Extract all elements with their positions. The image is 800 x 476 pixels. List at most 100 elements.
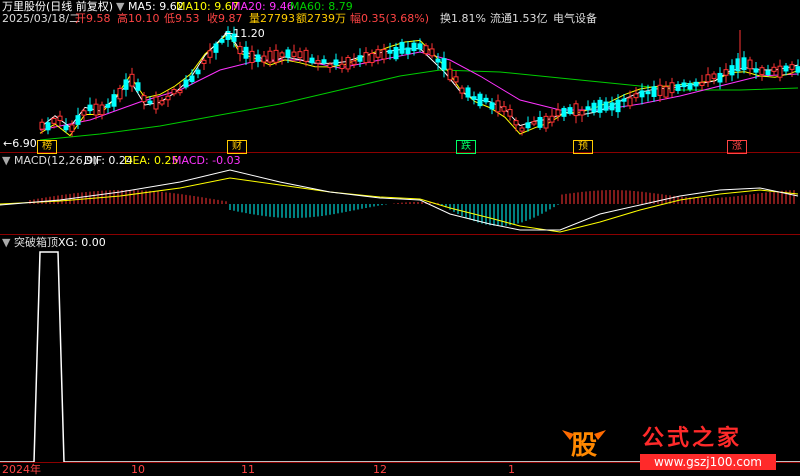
candle-body (291, 51, 297, 57)
indicator-toggle-icon[interactable]: ▼ (2, 237, 10, 249)
candle-body (303, 49, 309, 62)
candle-body (51, 118, 57, 124)
candle-body (639, 90, 645, 98)
candle-body (405, 47, 411, 54)
macd-panel-bottom-border (0, 234, 800, 235)
candle-body (249, 50, 255, 64)
macd-toggle-icon[interactable]: ▼ (2, 155, 10, 167)
candle-body (189, 75, 195, 83)
candle-body (453, 76, 459, 83)
candle-body (537, 116, 543, 128)
candle-body (627, 97, 633, 107)
candle-body (315, 60, 321, 64)
candle-body (567, 107, 573, 114)
candle-body (267, 50, 273, 63)
open-price: 开9.58 (75, 12, 111, 25)
candle-body (681, 82, 687, 88)
candle-body (423, 45, 429, 55)
float-cap: 流通1.53亿 (490, 12, 548, 25)
event-badge-drop[interactable]: 跌 (456, 140, 476, 154)
candle-body (549, 115, 555, 123)
candle-body (75, 115, 81, 125)
candle-body (381, 49, 387, 60)
candle-body (609, 102, 615, 111)
candle-body (369, 52, 375, 64)
candle-body (759, 67, 765, 75)
event-badge-forecast[interactable]: 预 (573, 140, 593, 154)
candle-body (687, 83, 693, 90)
candle-body (693, 81, 699, 87)
event-badge-rise[interactable]: 涨 (727, 140, 747, 154)
candle-body (435, 58, 441, 63)
watermark-logo-char: 股 (570, 431, 597, 461)
candle-body (531, 121, 537, 125)
event-badge-bang[interactable]: 榜 (37, 140, 57, 154)
candle-body (579, 110, 585, 116)
candle-body (741, 57, 747, 71)
candle-body (273, 49, 279, 63)
candle-body (555, 109, 561, 117)
candle-body (117, 87, 123, 100)
candle-body (489, 102, 495, 110)
candle-body (753, 68, 759, 73)
candle-body (771, 66, 777, 72)
low-price-marker-label: 6.90 (12, 137, 37, 150)
watermark-url[interactable]: www.gszj100.com (640, 454, 776, 470)
candle-body (69, 124, 75, 132)
candle-body (789, 64, 795, 70)
candle-body (135, 82, 141, 91)
candle-body (297, 51, 303, 59)
candle-body (717, 72, 723, 83)
candle-body (111, 94, 117, 107)
candle-body (471, 96, 477, 100)
watermark-logo-icon: 股 (558, 426, 610, 466)
candle-body (603, 101, 609, 111)
candle-body (171, 88, 177, 95)
candle-body (339, 63, 345, 69)
candle-body (633, 93, 639, 99)
candle-body (141, 95, 147, 103)
candle-body (87, 104, 93, 112)
candle-body (465, 87, 471, 98)
candle-body (195, 69, 201, 75)
candle-body (123, 79, 129, 90)
candle-body (165, 95, 171, 101)
candle-body (711, 73, 717, 79)
candle-body (729, 65, 735, 76)
candle-body (507, 109, 513, 117)
candle-body (735, 58, 741, 72)
high-price: 高10.10 (117, 12, 160, 25)
macd-dea-line (0, 177, 799, 233)
chart-canvas[interactable] (0, 0, 800, 476)
candle-body (147, 100, 153, 104)
candle-body (573, 103, 579, 117)
candle-body (279, 52, 285, 58)
candle-body (411, 42, 417, 52)
event-badge-finance[interactable]: 财 (227, 140, 247, 154)
candle-body (699, 82, 705, 86)
candle-body (597, 99, 603, 113)
candle-body (387, 49, 393, 54)
candle-body (237, 46, 243, 55)
candle-body (651, 86, 657, 97)
low-price: 低9.53 (164, 12, 200, 25)
candle-body (663, 86, 669, 98)
candle-body (261, 55, 267, 63)
candle-body (321, 59, 327, 64)
candle-body (669, 82, 675, 94)
candle-body (615, 99, 621, 113)
candle-body (429, 48, 435, 57)
candle-body (483, 97, 489, 103)
candle-body (255, 54, 261, 62)
candle-body (201, 59, 207, 64)
candle-body (285, 49, 291, 58)
candle-body (183, 79, 189, 88)
candle-body (39, 121, 45, 130)
amount: 额2739万 (296, 12, 346, 25)
candle-body (243, 46, 249, 59)
candle-body (81, 110, 87, 116)
sector[interactable]: 电气设备 (553, 13, 597, 25)
candle-body (129, 73, 135, 87)
volume: 量27793 (249, 12, 295, 25)
candle-body (657, 84, 663, 96)
